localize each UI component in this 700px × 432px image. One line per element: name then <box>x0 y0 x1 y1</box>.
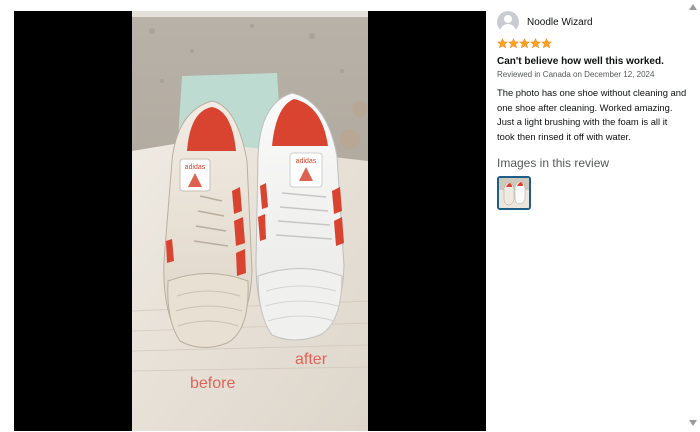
reviewer-name[interactable]: Noodle Wizard <box>527 17 593 28</box>
review-image-viewer[interactable]: adidas adidas before after <box>14 11 486 431</box>
thumbnail-image <box>499 178 529 208</box>
svg-text:adidas: adidas <box>185 164 206 171</box>
images-heading: Images in this review <box>497 156 610 170</box>
star-icon <box>497 38 508 49</box>
star-icon <box>519 38 530 49</box>
svg-text:adidas: adidas <box>296 158 317 165</box>
star-icon <box>530 38 541 49</box>
sneakers-photo: adidas adidas before after <box>132 11 368 431</box>
scroll-down-icon[interactable] <box>688 418 698 428</box>
star-rating <box>497 38 687 52</box>
review-meta: Reviewed in Canada on December 12, 2024 <box>497 70 655 79</box>
shoe-before: adidas <box>163 100 253 348</box>
scroll-up-icon[interactable] <box>688 2 698 12</box>
reviewer-profile[interactable]: Noodle Wizard <box>497 10 687 34</box>
before-label: before <box>190 375 235 392</box>
review-title: Can't believe how well this worked. <box>497 56 664 67</box>
after-label: after <box>295 351 328 368</box>
review-image-thumbnail[interactable] <box>497 176 531 210</box>
star-icon <box>541 38 552 49</box>
review-photo: adidas adidas before after <box>132 11 368 431</box>
avatar-icon[interactable] <box>497 11 519 33</box>
star-icon <box>508 38 519 49</box>
review-panel: Noodle Wizard Can't believe how well thi… <box>497 10 687 430</box>
review-body: The photo has one shoe without cleaning … <box>497 87 687 142</box>
